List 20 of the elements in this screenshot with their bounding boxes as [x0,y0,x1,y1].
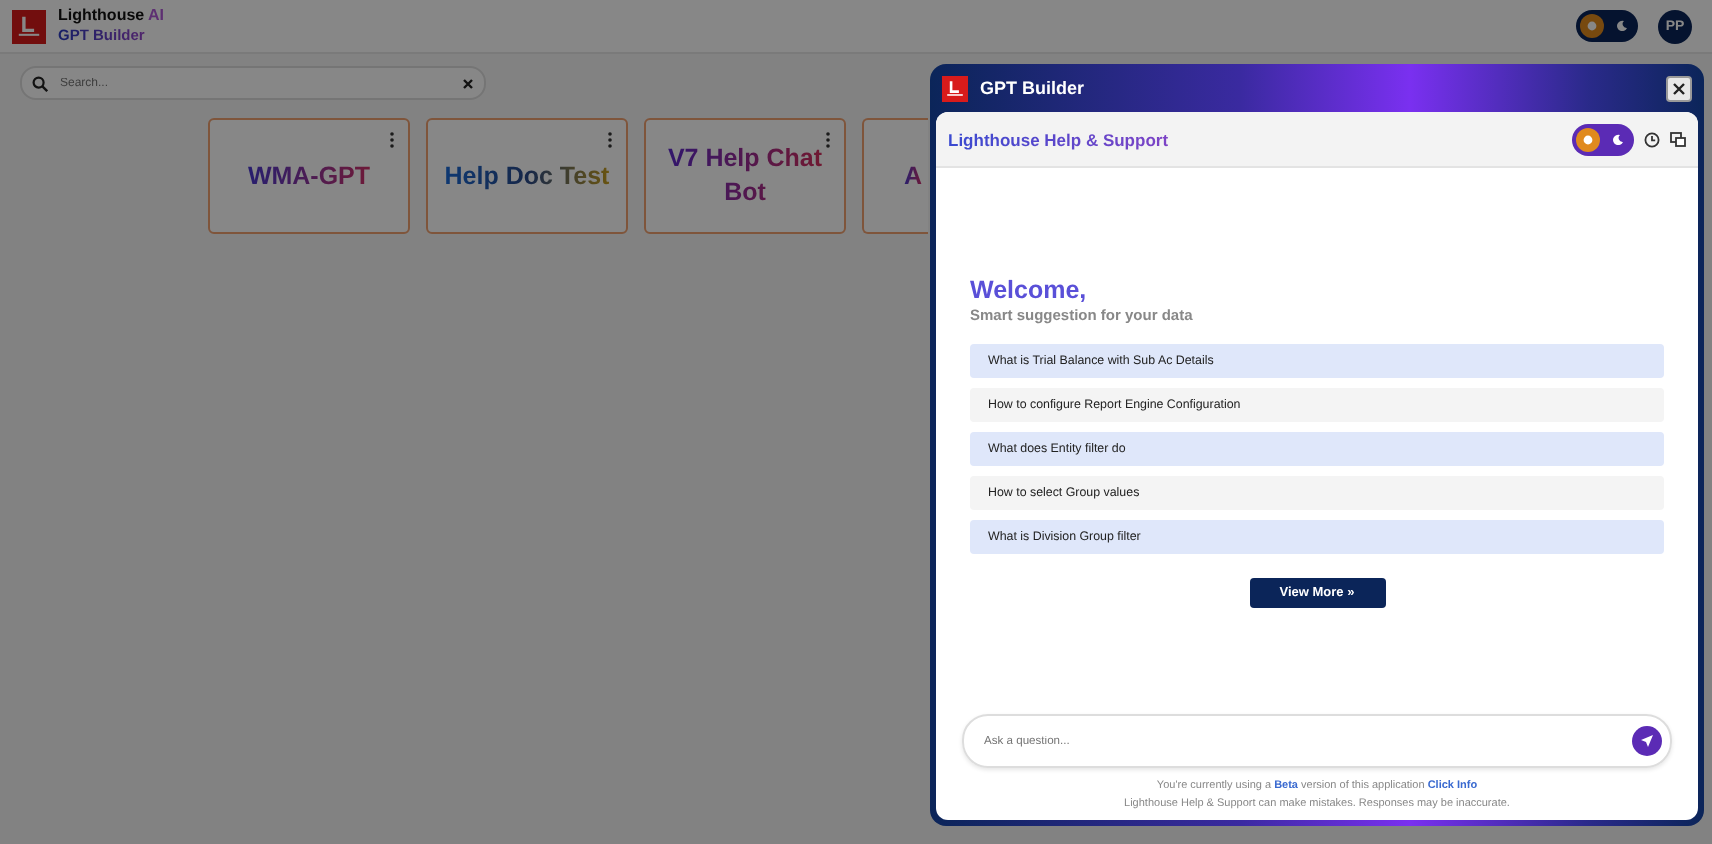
theme-toggle[interactable] [1572,123,1634,155]
bot-card[interactable]: V7 Help Chat Bot [644,118,846,234]
sun-icon[interactable] [1576,127,1600,151]
logo-icon [12,9,46,43]
close-icon[interactable] [462,77,474,89]
close-button[interactable] [1666,75,1692,101]
send-icon [1640,734,1654,748]
sun-icon[interactable] [1580,14,1604,38]
welcome-heading: Welcome, [970,276,1089,304]
logo-icon [942,75,968,101]
search-icon [32,75,48,91]
send-button[interactable] [1632,726,1662,756]
theme-toggle[interactable] [1576,10,1638,42]
close-icon [1672,81,1686,95]
app-name: Lighthouse AI [58,6,165,26]
chat-icon[interactable] [1670,131,1686,147]
bot-card[interactable]: A [862,118,928,234]
history-icon[interactable] [1644,131,1660,147]
panel-title: GPT Builder [980,78,1087,98]
bot-card[interactable]: WMA-GPT [208,118,410,234]
